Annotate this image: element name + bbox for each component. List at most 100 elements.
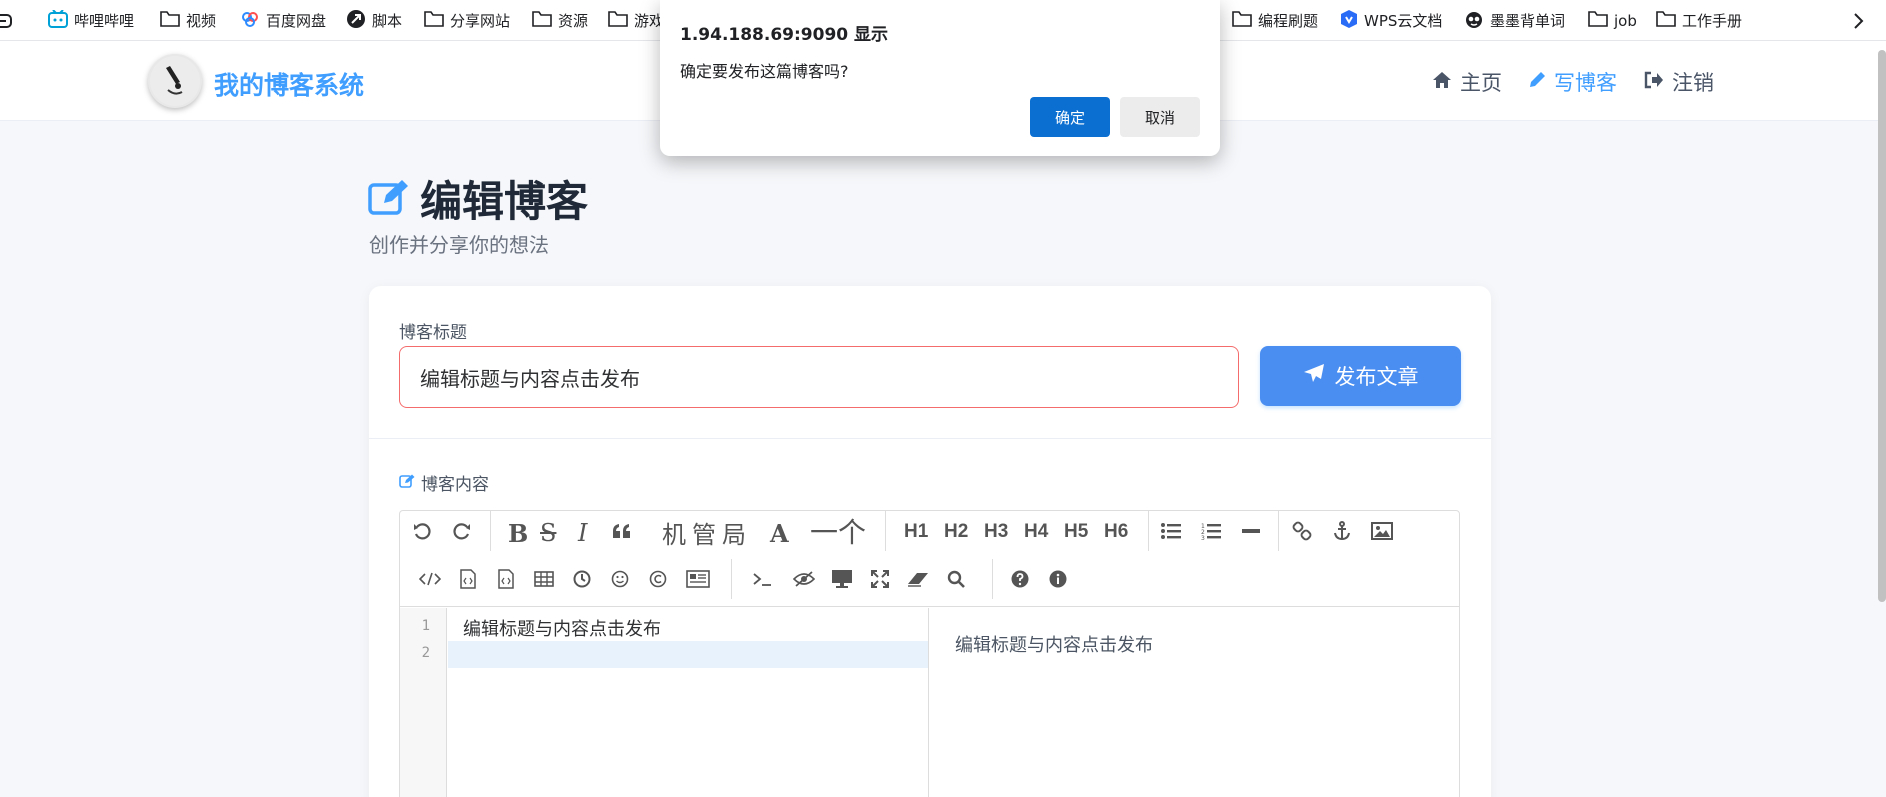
h6-button[interactable]: H6: [1104, 521, 1128, 543]
code-line[interactable]: 编辑标题与内容点击发布: [463, 615, 661, 641]
sign-out-icon: [1644, 70, 1672, 94]
bookmark-label: 哔哩哔哩: [74, 12, 135, 30]
redo-icon[interactable]: [446, 515, 478, 547]
h2-button[interactable]: H2: [944, 521, 968, 543]
tab-overview-icon[interactable]: [0, 0, 18, 41]
bookmark-games[interactable]: 游戏: [608, 0, 664, 41]
h4-button[interactable]: H4: [1024, 521, 1048, 543]
eraser-icon[interactable]: [902, 563, 934, 595]
copyright-icon[interactable]: [642, 563, 674, 595]
strikethrough-icon[interactable]: S: [540, 519, 556, 547]
divider: [369, 438, 1491, 439]
markdown-editor: B S I 机 管 局 A 一个 H1 H2 H3 H4 H5 H6 123 1…: [399, 510, 1460, 797]
baidu-netdisk-icon: [240, 10, 266, 32]
toolbar-text-2[interactable]: 管: [692, 515, 716, 550]
h5-button[interactable]: H5: [1064, 521, 1088, 543]
logo[interactable]: [148, 54, 202, 108]
bookmark-wps-docs[interactable]: WPS云文档: [1340, 0, 1442, 41]
bookmark-work-manual[interactable]: 工作手册: [1656, 0, 1742, 41]
toolbar-separator: [1278, 511, 1279, 551]
nav-logout[interactable]: 注销: [1644, 67, 1714, 97]
inline-code-icon[interactable]: [414, 563, 446, 595]
bookmark-label: job: [1614, 11, 1637, 30]
publish-button[interactable]: 发布文章: [1260, 346, 1461, 406]
confirm-button[interactable]: 确定: [1030, 97, 1110, 137]
bookmark-coding-practice[interactable]: 编程刷题: [1232, 0, 1318, 41]
folder-icon: [1588, 10, 1614, 31]
active-line-highlight: [448, 641, 928, 668]
preformatted-icon[interactable]: [490, 563, 522, 595]
code-pane[interactable]: 1 2 编辑标题与内容点击发布: [400, 608, 929, 797]
search-icon[interactable]: [940, 563, 972, 595]
clock-icon[interactable]: [566, 563, 598, 595]
publish-label: 发布文章: [1334, 366, 1419, 389]
page-scrollbar[interactable]: [1878, 50, 1886, 602]
bookmark-label: 工作手册: [1682, 12, 1743, 30]
emoji-icon[interactable]: [604, 563, 636, 595]
italic-icon[interactable]: I: [578, 519, 587, 547]
chevron-right-icon[interactable]: [1852, 12, 1864, 34]
content-label-text: 博客内容: [421, 475, 489, 495]
script-icon: [346, 9, 372, 33]
undo-icon[interactable]: [406, 515, 438, 547]
toolbar-separator: [1148, 511, 1149, 551]
bookmark-label: 视频: [186, 12, 217, 30]
folder-icon: [1656, 10, 1682, 31]
code-block-icon[interactable]: [452, 563, 484, 595]
toolbar-text-4[interactable]: 一个: [810, 511, 866, 551]
page-title: 编辑博客: [368, 168, 588, 229]
desktop-icon[interactable]: [826, 563, 858, 595]
title-input[interactable]: [399, 346, 1239, 408]
h3-button[interactable]: H3: [984, 521, 1008, 543]
nav-home[interactable]: 主页: [1432, 67, 1502, 97]
momo-icon: [1464, 9, 1490, 33]
bookmark-bilibili[interactable]: 哔哩哔哩: [48, 0, 134, 41]
unordered-list-icon[interactable]: [1155, 515, 1187, 547]
toolbar-separator: [731, 559, 732, 599]
h1-button[interactable]: H1: [904, 521, 928, 543]
svg-text:3: 3: [1201, 535, 1205, 540]
home-icon: [1432, 70, 1460, 94]
font-icon[interactable]: A: [770, 519, 789, 548]
toolbar-separator: [885, 511, 886, 551]
link-icon[interactable]: [1286, 515, 1318, 547]
folder-icon: [1232, 10, 1258, 31]
bookmark-resources[interactable]: 资源: [532, 0, 588, 41]
help-icon[interactable]: [1004, 563, 1036, 595]
bold-icon[interactable]: B: [508, 519, 528, 548]
toolbar-separator: [992, 559, 993, 599]
edit-icon: [399, 473, 421, 493]
horizontal-rule-icon[interactable]: [1235, 515, 1267, 547]
nav-label: 写博客: [1554, 71, 1617, 95]
content-label: 博客内容: [399, 470, 489, 495]
edit-icon: [368, 179, 410, 219]
bookmark-videos[interactable]: 视频: [160, 0, 216, 41]
anchor-icon[interactable]: [1326, 515, 1358, 547]
table-icon[interactable]: [528, 563, 560, 595]
quote-icon[interactable]: [606, 515, 638, 547]
ordered-list-icon[interactable]: 123: [1195, 515, 1227, 547]
page-title-text: 编辑博客: [420, 177, 589, 226]
info-icon[interactable]: [1042, 563, 1074, 595]
editor-card: 博客标题 发布文章 博客内容 B S I 机 管 局 A 一个 H1 H2 H3: [369, 286, 1491, 797]
brand-title[interactable]: 我的博客系统: [214, 66, 364, 102]
bookmark-job[interactable]: job: [1588, 0, 1637, 41]
wps-icon: [1340, 9, 1364, 33]
toolbar-text-3[interactable]: 局: [722, 515, 746, 550]
hide-preview-icon[interactable]: [788, 563, 820, 595]
bookmark-momo[interactable]: 墨墨背单词: [1464, 0, 1565, 41]
toolbar-text-1[interactable]: 机: [662, 515, 686, 550]
bookmark-scripts[interactable]: 脚本: [346, 0, 402, 41]
page-break-icon[interactable]: [682, 563, 714, 595]
bookmark-baidu-netdisk[interactable]: 百度网盘: [240, 0, 326, 41]
fullscreen-icon[interactable]: [864, 563, 896, 595]
preview-text: 编辑标题与内容点击发布: [955, 635, 1153, 656]
nav-label: 主页: [1460, 71, 1502, 95]
nav-write-blog[interactable]: 写博客: [1528, 67, 1617, 97]
bookmark-share-sites[interactable]: 分享网站: [424, 0, 510, 41]
image-icon[interactable]: [1366, 515, 1398, 547]
terminal-icon[interactable]: [746, 563, 778, 595]
cancel-button[interactable]: 取消: [1120, 97, 1200, 137]
folder-icon: [160, 10, 186, 31]
bookmark-label: 百度网盘: [266, 12, 327, 30]
